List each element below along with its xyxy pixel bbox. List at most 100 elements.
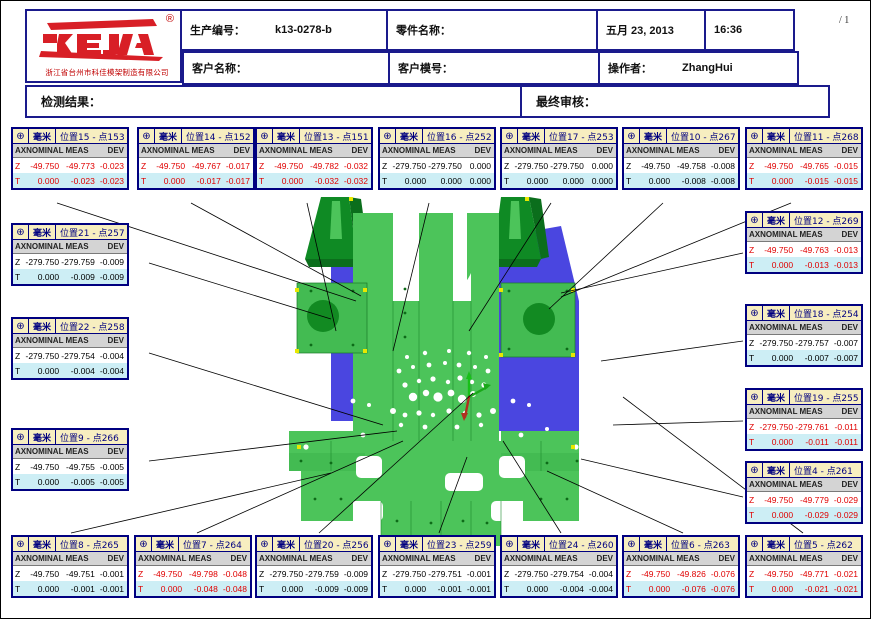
axis-label: T: [626, 175, 632, 186]
feature-name-label: 位置20 - 点256: [304, 540, 369, 551]
column-header-nominal: NOMINAL: [515, 554, 553, 563]
unit-label: 毫米: [29, 129, 56, 143]
measurement-column-headers: AX NOMINAL MEAS DEV: [624, 144, 738, 158]
deviation-value: 0.000: [591, 160, 614, 171]
feature-name-label: 位置11 - 点268: [794, 132, 859, 143]
nominal-value: -49.750: [156, 160, 186, 171]
measured-value: -0.009: [70, 271, 95, 282]
nominal-value: -279.750: [25, 350, 60, 361]
unit-label: 毫米: [763, 463, 790, 477]
measurement-table-title: ⊕ 毫米 位置5 - 点262: [747, 537, 861, 552]
column-header-nominal: NOMINAL: [26, 242, 64, 251]
axis-label: T: [141, 175, 147, 186]
measurement-row: T 0.000 -0.001 -0.001: [13, 581, 127, 596]
measured-value: -279.757: [795, 337, 829, 348]
unit-label: 毫米: [518, 537, 545, 551]
column-header-ax: AX: [749, 554, 761, 563]
column-header-ax: AX: [15, 554, 27, 563]
column-header-nominal: NOMINAL: [149, 554, 187, 563]
nominal-value: 0.000: [37, 365, 60, 376]
nominal-value: 0.000: [648, 583, 671, 594]
measurement-row: T 0.000 -0.023 -0.023: [13, 173, 127, 188]
nominal-value: 0.000: [37, 175, 60, 186]
unit-label: 毫米: [640, 129, 667, 143]
position-tolerance-icon: ⊕: [380, 129, 396, 143]
deviation-value: -0.011: [834, 421, 859, 432]
position-tolerance-icon: ⊕: [257, 129, 273, 143]
axis-label: Z: [504, 568, 510, 579]
measured-value: -0.032: [314, 175, 339, 186]
deviation-value: 0.000: [469, 175, 492, 186]
deviation-value: 0.000: [591, 175, 614, 186]
column-header-dev: DEV: [474, 146, 491, 155]
position-tolerance-icon: ⊕: [747, 306, 763, 320]
deviation-value: -0.029: [833, 509, 859, 520]
measurement-column-headers: AX NOMINAL MEAS DEV: [502, 552, 616, 566]
nominal-value: -49.750: [764, 244, 794, 255]
nominal-value: 0.000: [648, 175, 671, 186]
axis-label: Z: [749, 337, 755, 348]
column-header-ax: AX: [382, 554, 394, 563]
measurement-row: Z -279.750 -279.754 -0.004: [13, 348, 127, 363]
axis-label: T: [15, 175, 21, 186]
feature-name-label: 位置6 - 点263: [671, 540, 730, 551]
axis-label: T: [15, 583, 21, 594]
measurement-row: T 0.000 -0.005 -0.005: [13, 474, 127, 489]
column-header-meas: MEAS: [799, 323, 823, 332]
measurement-row: Z -279.750 -279.754 -0.004: [502, 566, 616, 581]
deviation-value: -0.004: [588, 583, 614, 594]
inspection-report-page: ® 浙江省台州市科佳模架制造有限公司 生产编号： k13-0278-b 零件名称…: [0, 0, 871, 619]
column-header-meas: MEAS: [65, 336, 89, 345]
measured-value: -49.826: [677, 568, 706, 579]
axis-label: T: [15, 365, 21, 376]
column-header-meas: MEAS: [309, 554, 333, 563]
feature-name-label: 位置8 - 点265: [60, 540, 119, 551]
measurement-column-headers: AX NOMINAL MEAS DEV: [257, 144, 371, 158]
unit-label: 毫米: [763, 306, 790, 320]
column-header-meas: MEAS: [432, 554, 456, 563]
position-tolerance-icon: ⊕: [747, 390, 763, 404]
deviation-value: -0.001: [466, 583, 492, 594]
unit-label: 毫米: [273, 537, 300, 551]
feature-name-label: 位置23 - 点259: [427, 540, 492, 551]
unit-label: 毫米: [763, 390, 790, 404]
measured-value: -0.004: [559, 583, 584, 594]
measured-value: -49.765: [800, 160, 829, 171]
column-header-dev: DEV: [107, 242, 124, 251]
measurement-row: Z -49.750 -49.751 -0.001: [13, 566, 127, 581]
feature-name-label: 位置21 - 点257: [60, 228, 125, 239]
column-header-dev: DEV: [230, 554, 247, 563]
deviation-value: -0.048: [222, 568, 248, 579]
measurement-table-title: ⊕ 毫米 位置16 - 点252: [380, 129, 494, 144]
nominal-value: 0.000: [404, 583, 427, 594]
feature-name-label: 位置22 - 点258: [60, 322, 125, 333]
column-header-nominal: NOMINAL: [270, 146, 308, 155]
column-header-ax: AX: [15, 447, 27, 456]
measurement-row: Z -49.750 -49.798 -0.048: [136, 566, 250, 581]
feature-name-label: 位置10 - 点267: [671, 132, 736, 143]
nominal-value: -49.750: [30, 568, 60, 579]
measurement-row: T 0.000 -0.032 -0.032: [257, 173, 371, 188]
measurement-table-title: ⊕ 毫米 位置7 - 点264: [136, 537, 250, 552]
measurement-table-title: ⊕ 毫米 位置19 - 点255: [747, 390, 861, 405]
axis-label: T: [138, 583, 144, 594]
measurement-row: T 0.000 -0.048 -0.048: [136, 581, 250, 596]
column-header-ax: AX: [141, 146, 153, 155]
axis-label: T: [504, 583, 510, 594]
axis-label: Z: [15, 461, 21, 472]
feature-name-label: 位置12 - 点269: [794, 216, 859, 227]
measurement-row: Z -279.750 -279.759 -0.009: [257, 566, 371, 581]
measurement-row: T 0.000 -0.004 -0.004: [502, 581, 616, 596]
measurement-table-title: ⊕ 毫米 位置8 - 点265: [13, 537, 127, 552]
measurement-row: Z -279.750 -279.750 0.000: [502, 158, 616, 173]
nominal-value: -49.750: [764, 494, 794, 505]
feature-name-label: 位置15 - 点153: [60, 132, 125, 143]
nominal-value: -49.750: [274, 160, 304, 171]
axis-label: Z: [749, 568, 755, 579]
deviation-value: -0.007: [833, 337, 859, 348]
measured-value: -0.001: [437, 583, 462, 594]
measurement-column-headers: AX NOMINAL MEAS DEV: [380, 144, 494, 158]
axis-label: Z: [749, 244, 755, 255]
unit-label: 毫米: [763, 537, 790, 551]
deviation-value: -0.009: [99, 271, 125, 282]
